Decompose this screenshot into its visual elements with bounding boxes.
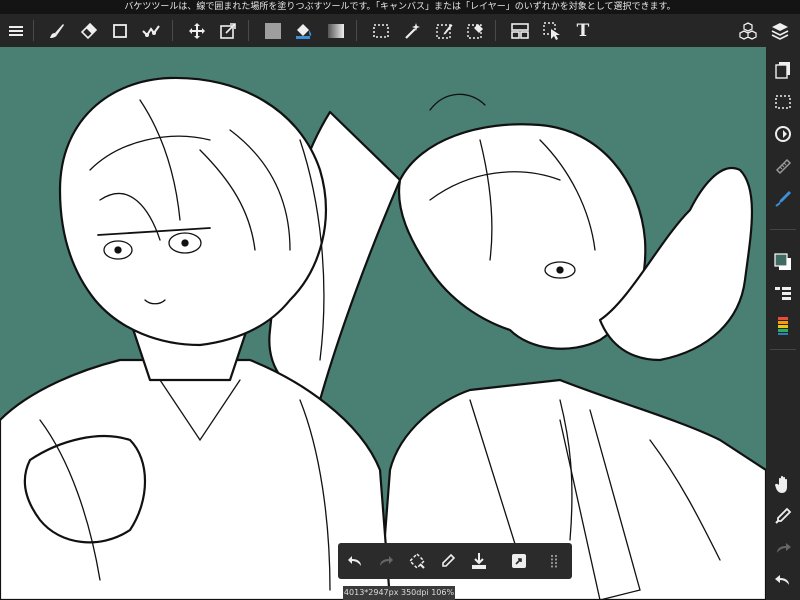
undo-icon[interactable] xyxy=(766,565,800,595)
ruler-icon[interactable] xyxy=(766,151,800,181)
palette-icon[interactable] xyxy=(766,311,800,341)
selection-icon[interactable] xyxy=(766,87,800,117)
eraser-icon[interactable] xyxy=(73,14,103,47)
toolbar-divider xyxy=(172,20,173,41)
bucket-icon[interactable] xyxy=(289,14,319,47)
redo-icon[interactable] xyxy=(766,533,800,563)
move-icon[interactable] xyxy=(182,14,212,47)
hand-icon[interactable] xyxy=(766,469,800,499)
toolbar-divider xyxy=(356,20,357,41)
select-pen-icon[interactable] xyxy=(429,14,459,47)
undo-icon[interactable] xyxy=(340,546,370,576)
drawing-canvas[interactable] xyxy=(0,47,766,600)
menu-icon[interactable] xyxy=(1,14,31,47)
transform-icon[interactable] xyxy=(213,14,243,47)
grip-icon[interactable] xyxy=(540,546,570,576)
rotate-icon[interactable] xyxy=(766,119,800,149)
quick-action-icon[interactable] xyxy=(504,546,534,576)
transform-icon[interactable] xyxy=(402,546,432,576)
current-color-swatch xyxy=(774,253,788,267)
toolbar-divider xyxy=(248,20,249,41)
3d-material-icon[interactable] xyxy=(733,14,763,47)
quick-access-bar xyxy=(338,543,572,579)
select-rect-icon[interactable] xyxy=(366,14,396,47)
layers-icon[interactable] xyxy=(765,14,795,47)
fill-color-icon[interactable] xyxy=(258,14,288,47)
sidebar-divider xyxy=(770,349,796,350)
right-sidebar xyxy=(766,47,800,600)
color-icon[interactable] xyxy=(766,247,800,277)
save-icon[interactable] xyxy=(464,546,494,576)
pages-icon[interactable] xyxy=(766,55,800,85)
brush-list-icon[interactable] xyxy=(766,279,800,309)
text-icon[interactable]: T xyxy=(568,14,598,47)
brush-icon[interactable] xyxy=(42,14,72,47)
toolbar-divider xyxy=(495,20,496,41)
sidebar-divider xyxy=(770,229,796,230)
stabilizer-icon[interactable] xyxy=(136,14,166,47)
rectangle-icon[interactable] xyxy=(105,14,135,47)
pen-color-icon[interactable] xyxy=(766,183,800,213)
lineart-illustration xyxy=(0,76,766,600)
fill-swatch xyxy=(265,22,281,39)
eyedropper-icon[interactable] xyxy=(766,501,800,531)
select-eraser-icon[interactable] xyxy=(460,14,490,47)
redo-icon[interactable] xyxy=(371,546,401,576)
gradient-icon[interactable] xyxy=(321,14,351,47)
canvas-info-status: 4013*2947px 350dpi 106% xyxy=(343,586,455,600)
toolbar-divider xyxy=(33,20,34,41)
operation-icon[interactable] xyxy=(537,14,567,47)
top-toolbar: T xyxy=(0,14,800,47)
tool-tip-bar: バケツツールは、線で囲まれた場所を塗りつぶすツールです。「キャンバス」または「レ… xyxy=(0,0,800,14)
magic-wand-icon[interactable] xyxy=(397,14,427,47)
eyedropper-icon[interactable] xyxy=(433,546,463,576)
frame-divide-icon[interactable] xyxy=(505,14,535,47)
